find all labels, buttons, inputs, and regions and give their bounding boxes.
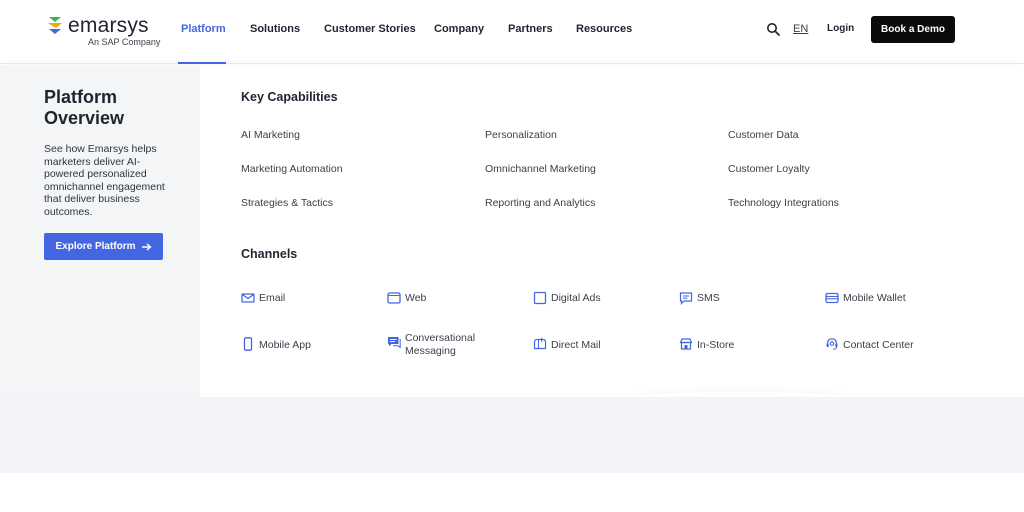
- channel-label: Mobile Wallet: [843, 292, 906, 304]
- sms-icon: [679, 292, 693, 305]
- in-store-icon: [679, 338, 693, 350]
- overview-title: Platform Overview: [44, 87, 125, 128]
- channel-digital-ads[interactable]: Digital Ads: [533, 291, 653, 321]
- capability-ai-marketing[interactable]: AI Marketing: [241, 129, 300, 141]
- site-header: emarsys An SAP Company Platform Solution…: [0, 0, 1024, 64]
- digital-ads-icon: [533, 291, 547, 305]
- channel-label: Mobile App: [259, 339, 311, 351]
- channel-sms[interactable]: SMS: [679, 291, 799, 321]
- conversational-messaging-icon: [388, 337, 401, 349]
- channels-title: Channels: [241, 247, 298, 261]
- channel-label: Web: [405, 292, 427, 304]
- web-icon: [387, 292, 401, 304]
- capability-strategies-tactics[interactable]: Strategies & Tactics: [241, 197, 333, 209]
- platform-overview-panel: Platform Overview See how Emarsys helps …: [0, 65, 200, 397]
- channel-conversational-messaging[interactable]: Conversational Messaging: [387, 331, 507, 361]
- arrow-right-icon: [141, 242, 152, 251]
- book-demo-button[interactable]: Book a Demo: [871, 16, 955, 43]
- channel-label: Conversational Messaging: [405, 332, 476, 357]
- key-capabilities-title: Key Capabilities: [241, 90, 338, 104]
- login-link[interactable]: Login: [827, 23, 854, 34]
- channel-label: Direct Mail: [551, 339, 601, 351]
- direct-mail-icon: [533, 337, 547, 350]
- nav-customer-stories[interactable]: Customer Stories: [324, 23, 416, 35]
- explore-platform-label: Explore Platform: [55, 241, 136, 252]
- capability-omnichannel-marketing[interactable]: Omnichannel Marketing: [485, 163, 596, 175]
- channel-label: Email: [259, 292, 286, 304]
- channel-web[interactable]: Web: [387, 291, 507, 321]
- logo-wordmark: emarsys: [68, 14, 149, 37]
- nav-solutions[interactable]: Solutions: [250, 23, 300, 35]
- emarsys-logo[interactable]: emarsys An SAP Company: [46, 14, 166, 50]
- capability-reporting-analytics[interactable]: Reporting and Analytics: [485, 197, 595, 209]
- channel-direct-mail[interactable]: Direct Mail: [533, 337, 653, 367]
- capability-technology-integrations[interactable]: Technology Integrations: [728, 197, 839, 209]
- search-icon[interactable]: [766, 22, 780, 36]
- channel-label: Contact Center: [843, 339, 914, 351]
- channel-label: In-Store: [697, 339, 735, 351]
- active-nav-underline: [178, 62, 226, 64]
- mobile-app-icon: [243, 337, 253, 351]
- page-background-band: [0, 397, 1024, 473]
- email-icon: [241, 293, 255, 303]
- nav-resources[interactable]: Resources: [576, 23, 632, 35]
- explore-platform-button[interactable]: Explore Platform: [44, 233, 163, 260]
- channel-mobile-wallet[interactable]: Mobile Wallet: [825, 291, 955, 321]
- overview-description: See how Emarsys helps marketers deliver …: [44, 143, 165, 218]
- channel-label: Digital Ads: [551, 292, 601, 304]
- channel-in-store[interactable]: In-Store: [679, 337, 799, 367]
- capability-customer-loyalty[interactable]: Customer Loyalty: [728, 163, 810, 175]
- contact-center-icon: [826, 338, 838, 350]
- logo-subtitle: An SAP Company: [88, 37, 161, 47]
- channel-email[interactable]: Email: [241, 291, 361, 321]
- channel-label: SMS: [697, 292, 720, 304]
- capability-marketing-automation[interactable]: Marketing Automation: [241, 163, 343, 175]
- channel-mobile-app[interactable]: Mobile App: [241, 337, 361, 367]
- nav-partners[interactable]: Partners: [508, 23, 553, 35]
- platform-mega-menu: Platform Overview See how Emarsys helps …: [0, 65, 1024, 397]
- nav-company[interactable]: Company: [434, 23, 484, 35]
- capability-personalization[interactable]: Personalization: [485, 129, 557, 141]
- mobile-wallet-icon: [825, 292, 839, 304]
- channel-contact-center[interactable]: Contact Center: [825, 337, 955, 367]
- emarsys-logo-icon: [48, 17, 62, 34]
- capability-customer-data[interactable]: Customer Data: [728, 129, 799, 141]
- language-selector[interactable]: EN: [793, 23, 808, 35]
- nav-platform[interactable]: Platform: [181, 23, 226, 35]
